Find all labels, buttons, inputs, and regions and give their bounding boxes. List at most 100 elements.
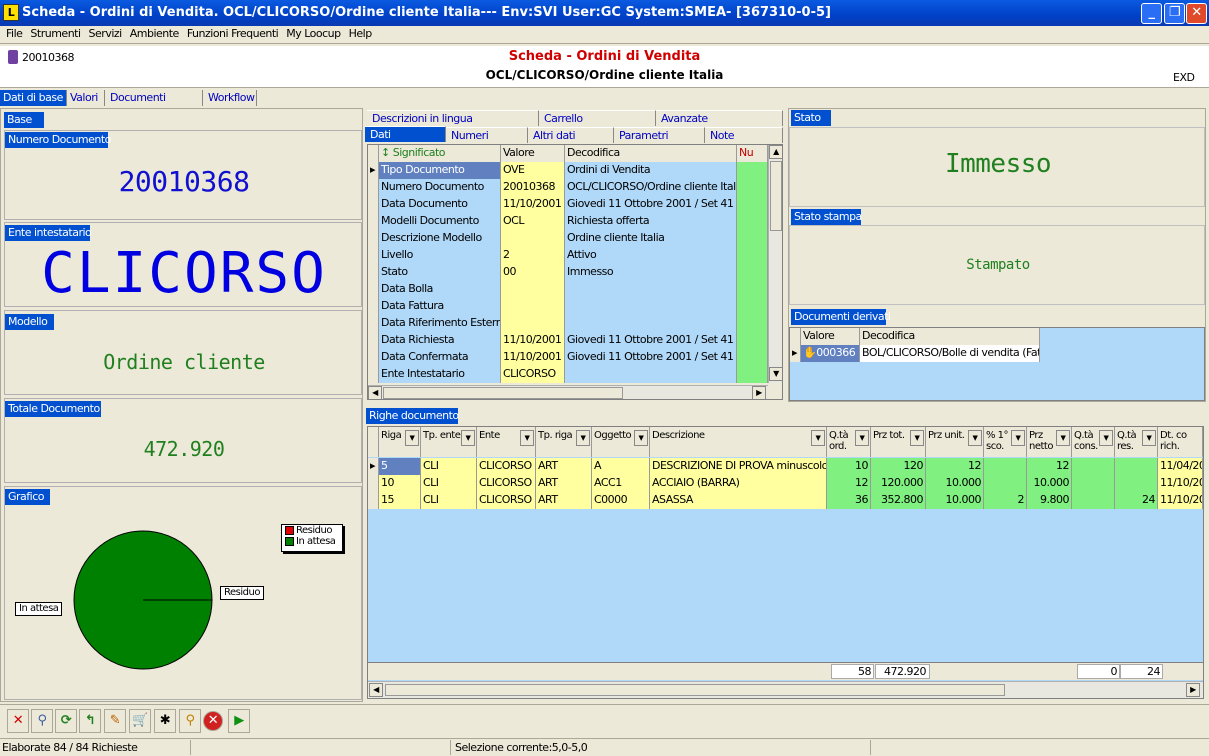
- dati-decodifica[interactable]: Immesso: [565, 264, 737, 281]
- righe-scroll-left-icon[interactable]: ◀: [369, 683, 383, 697]
- righe-qta-cons[interactable]: [1072, 458, 1115, 475]
- options-icon[interactable]: ✱: [154, 709, 176, 733]
- close-window-button[interactable]: ✕: [1186, 3, 1207, 24]
- dati-decodifica[interactable]: [565, 298, 737, 315]
- close-icon[interactable]: ✕: [7, 709, 29, 733]
- dati-decodifica[interactable]: Ordini di Vendita: [565, 162, 737, 179]
- dati-valore[interactable]: CLICORSO: [501, 366, 565, 383]
- righe-sconto[interactable]: [984, 475, 1027, 492]
- righe-horizontal-scrollbar[interactable]: ◀ ▶: [368, 681, 1203, 698]
- dati-valore[interactable]: 00: [501, 264, 565, 281]
- dati-decodifica[interactable]: [565, 315, 737, 332]
- col-valore[interactable]: Valore: [501, 145, 565, 162]
- filter-dropdown-icon[interactable]: ▼: [811, 430, 825, 446]
- col-prz-tot[interactable]: Prz tot. ▼: [871, 427, 926, 457]
- dati-nu[interactable]: [737, 162, 768, 179]
- cancel-icon[interactable]: ✕: [203, 711, 223, 731]
- dati-decodifica[interactable]: [565, 281, 737, 298]
- dati-decodifica[interactable]: Giovedi 11 Ottobre 2001 / Set 41: [565, 332, 737, 349]
- scroll-left-icon[interactable]: ◀: [368, 386, 382, 399]
- dati-horizontal-scrollbar[interactable]: ◀ ▶: [368, 385, 768, 399]
- dati-nu[interactable]: [737, 247, 768, 264]
- dati-valore[interactable]: [501, 281, 565, 298]
- righe-sconto[interactable]: [984, 458, 1027, 475]
- dati-decodifica[interactable]: Richiesta offerta: [565, 213, 737, 230]
- menu-strumenti[interactable]: Strumenti: [30, 26, 81, 42]
- dati-significato[interactable]: Data Riferimento Esterno: [379, 315, 501, 332]
- cart-icon[interactable]: 🛒: [129, 709, 151, 733]
- righe-ente[interactable]: CLICORSO: [477, 475, 536, 492]
- righe-hscroll-thumb[interactable]: [385, 684, 1005, 696]
- search-icon[interactable]: ⚲: [31, 709, 53, 733]
- dati-decodifica[interactable]: Ordine cliente Italia: [565, 230, 737, 247]
- righe-prz-tot[interactable]: 120: [871, 458, 926, 475]
- col-qta-res[interactable]: Q.tà res. ▼: [1115, 427, 1158, 457]
- dati-row[interactable]: Descrizione Modello Ordine cliente Italia: [368, 230, 768, 247]
- dati-decodifica[interactable]: OCL/CLICORSO/Ordine cliente Italia: [565, 179, 737, 196]
- refresh-icon[interactable]: ⟳: [55, 709, 77, 733]
- righe-oggetto[interactable]: ACC1: [592, 475, 650, 492]
- dati-significato[interactable]: Data Fattura: [379, 298, 501, 315]
- dati-valore[interactable]: 11/10/2001: [501, 332, 565, 349]
- dati-nu[interactable]: [737, 230, 768, 247]
- dati-significato[interactable]: Livello: [379, 247, 501, 264]
- righe-qta-cons[interactable]: [1072, 492, 1115, 509]
- dati-nu[interactable]: [737, 264, 768, 281]
- col-descrizione[interactable]: Descrizione ▼: [650, 427, 827, 457]
- col-tp-ente[interactable]: Tp. ente ▼: [421, 427, 477, 457]
- filter-dropdown-icon[interactable]: ▼: [405, 430, 419, 446]
- tab-valori[interactable]: Valori: [67, 90, 105, 106]
- righe-prz-tot[interactable]: 352.800: [871, 492, 926, 509]
- righe-ente[interactable]: CLICORSO: [477, 492, 536, 509]
- dati-nu[interactable]: [737, 298, 768, 315]
- righe-descrizione[interactable]: DESCRIZIONE DI PROVA minuscolo: [650, 458, 827, 475]
- tab-carrello[interactable]: Carrello: [539, 110, 656, 126]
- dati-row[interactable]: Data Fattura: [368, 298, 768, 315]
- righe-riga[interactable]: 15: [379, 492, 421, 509]
- righe-prz-unit[interactable]: 10.000: [926, 492, 984, 509]
- tab-note[interactable]: Note: [705, 127, 783, 143]
- righe-oggetto[interactable]: C0000: [592, 492, 650, 509]
- filter-dropdown-icon[interactable]: ▼: [461, 430, 475, 446]
- righe-tp-ente[interactable]: CLI: [421, 475, 477, 492]
- dati-row[interactable]: ▸ Tipo Documento OVE Ordini di Vendita: [368, 162, 768, 179]
- derivati-valore[interactable]: ✋000366: [801, 345, 860, 362]
- dati-row[interactable]: Data Richiesta 11/10/2001 Giovedi 11 Ottob…: [368, 332, 768, 349]
- dati-valore[interactable]: 20010368: [501, 179, 565, 196]
- righe-tp-ente[interactable]: CLI: [421, 458, 477, 475]
- tab-dati[interactable]: Dati: [365, 126, 446, 142]
- righe-qta-res[interactable]: [1115, 475, 1158, 492]
- dati-valore[interactable]: [501, 298, 565, 315]
- col-qta-ord[interactable]: Q.tà ord. ▼: [827, 427, 871, 457]
- col-qta-cons[interactable]: Q.tà cons. ▼: [1072, 427, 1115, 457]
- righe-dt-rich[interactable]: 11/04/20: [1158, 458, 1203, 475]
- menu-ambiente[interactable]: Ambiente: [130, 26, 180, 42]
- col-oggetto[interactable]: Oggetto ▼: [592, 427, 650, 457]
- dati-row[interactable]: Data Riferimento Esterno: [368, 315, 768, 332]
- dati-decodifica[interactable]: Giovedi 11 Ottobre 2001 / Set 41: [565, 196, 737, 213]
- righe-oggetto[interactable]: A: [592, 458, 650, 475]
- col-prz-netto[interactable]: Prz netto ▼: [1027, 427, 1072, 457]
- edit-icon[interactable]: ✎: [104, 709, 126, 733]
- zoom-icon[interactable]: ⚲: [179, 709, 201, 733]
- col-significato[interactable]: ↕ Significato: [379, 145, 501, 162]
- dati-decodifica[interactable]: Giovedi 11 Ottobre 2001 / Set 41: [565, 349, 737, 366]
- dati-row[interactable]: Livello 2 Attivo: [368, 247, 768, 264]
- tab-descrizioni-in-lingua[interactable]: Descrizioni in lingua: [367, 110, 539, 126]
- righe-qta-cons[interactable]: [1072, 475, 1115, 492]
- col-der-valore[interactable]: Valore: [801, 328, 860, 345]
- dati-vertical-scrollbar[interactable]: ▲ ▼: [768, 145, 782, 383]
- tab-dati-di-base[interactable]: Dati di base: [0, 90, 67, 106]
- filter-dropdown-icon[interactable]: ▼: [968, 430, 982, 446]
- col-decodifica[interactable]: Decodifica: [565, 145, 737, 162]
- col-dt-rich[interactable]: Dt. co rich.: [1158, 427, 1203, 457]
- col-tp-riga[interactable]: Tp. riga ▼: [536, 427, 592, 457]
- dati-significato[interactable]: Numero Documento: [379, 179, 501, 196]
- col-der-decodifica[interactable]: Decodifica: [860, 328, 1040, 345]
- righe-descrizione[interactable]: ACCIAIO (BARRA): [650, 475, 827, 492]
- dati-valore[interactable]: [501, 315, 565, 332]
- dati-valore[interactable]: OCL: [501, 213, 565, 230]
- dati-nu[interactable]: [737, 332, 768, 349]
- col-prz-unit[interactable]: Prz unit. ▼: [926, 427, 984, 457]
- dati-nu[interactable]: [737, 179, 768, 196]
